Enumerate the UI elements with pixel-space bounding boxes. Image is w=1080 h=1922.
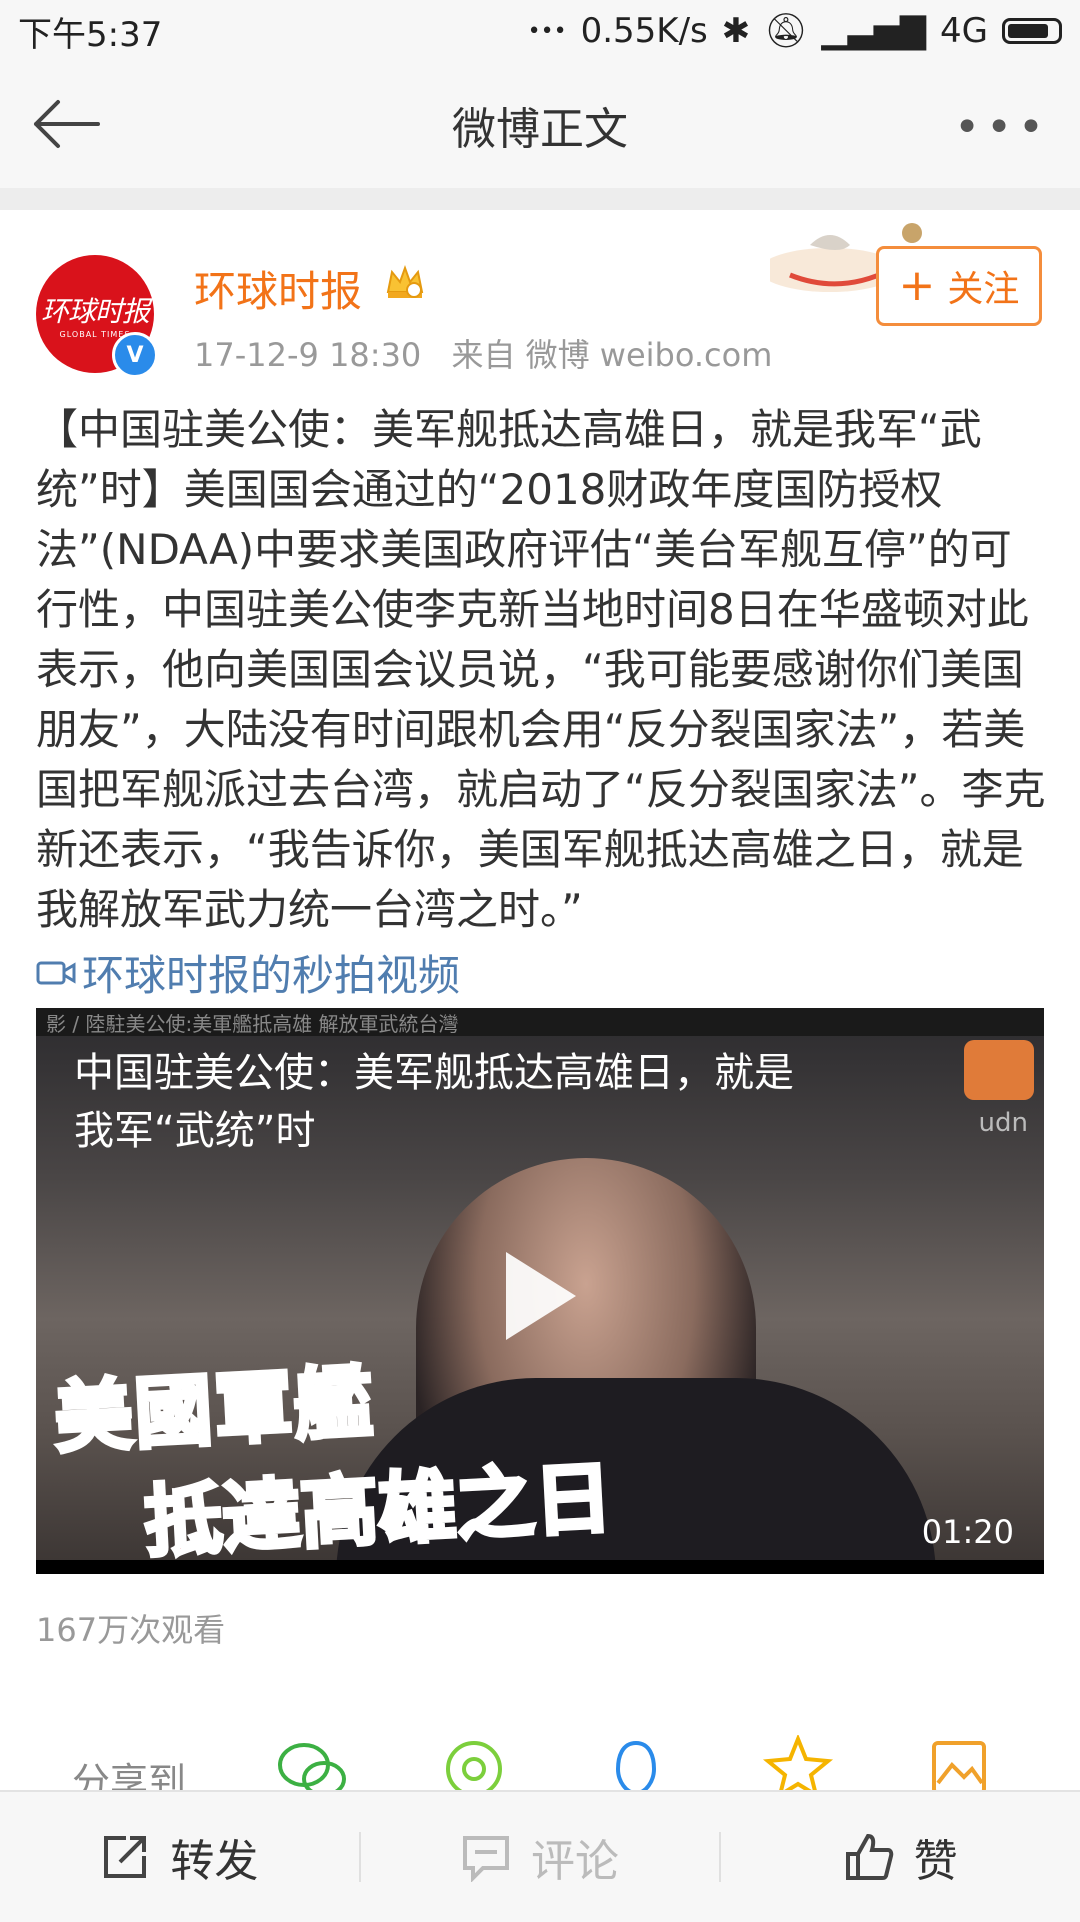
back-arrow-icon[interactable] — [28, 94, 108, 154]
battery-icon — [1002, 18, 1062, 44]
mute-icon: 🔕︎ — [764, 11, 808, 51]
nav-bar: 微博正文 ••• — [0, 62, 1080, 188]
qq-icon[interactable] — [598, 1735, 674, 1795]
plus-icon: + — [898, 260, 936, 311]
network-speed: 0.55K/s — [580, 11, 708, 51]
author-name[interactable]: 环球时报 — [194, 258, 362, 319]
status-dots: ••• — [527, 18, 567, 44]
section-divider — [0, 188, 1080, 210]
thumbs-up-icon — [845, 1833, 893, 1880]
moments-icon[interactable] — [436, 1735, 512, 1795]
video-camera-icon — [36, 961, 76, 984]
vip-crown-icon — [386, 265, 424, 298]
like-label: 赞 — [913, 1836, 958, 1887]
post-body-text: 【中国驻美公使：美军舰抵达高雄日，就是我军“武统”时】美国国会通过的“2018财… — [36, 405, 1046, 934]
video-player[interactable]: 影 / 陸駐美公使:美軍艦抵高雄 解放軍武統台灣 中国驻美公使：美军舰抵达高雄日… — [36, 1008, 1044, 1574]
wechat-icon[interactable] — [274, 1735, 350, 1795]
qzone-star-icon[interactable] — [760, 1735, 836, 1795]
comment-button[interactable]: 评论 — [361, 1792, 720, 1922]
caption-part-b: 高雄 — [296, 1460, 461, 1562]
video-link[interactable]: 环球时报的秒拍视频 — [36, 942, 460, 1003]
verified-badge-icon: V — [112, 332, 158, 378]
video-top-strip: 影 / 陸駐美公使:美軍艦抵高雄 解放軍武統台灣 — [36, 1008, 1044, 1036]
avatar-logo-text: 环球时报 — [40, 294, 150, 328]
repost-icon — [104, 1836, 147, 1878]
post-source: 来自 微博 weibo.com — [451, 336, 773, 374]
signal-icon: ▁▃▅▇ — [821, 11, 927, 51]
follow-button[interactable]: + 关注 — [876, 246, 1042, 326]
like-button[interactable]: 赞 — [721, 1792, 1080, 1922]
post-time: 17-12-9 18:30 — [194, 336, 422, 374]
network-type: 4G — [940, 11, 988, 51]
video-progress-bar[interactable] — [36, 1560, 1044, 1574]
caption-part-c: 之日 — [452, 1452, 617, 1554]
comment-label: 评论 — [531, 1836, 619, 1887]
video-caption-line1: 美國軍艦 — [50, 1356, 378, 1467]
status-bar: 下午5:37 ••• 0.55K/s ✱ 🔕︎ ▁▃▅▇ 4G — [0, 0, 1080, 62]
view-count: 167万次观看 — [36, 1611, 226, 1649]
more-options-icon[interactable]: ••• — [954, 102, 1050, 153]
follow-label: 关注 — [947, 269, 1020, 310]
post-meta: 17-12-9 18:30 来自 微博 weibo.com — [194, 330, 792, 376]
video-title: 中国驻美公使：美军舰抵达高雄日，就是我军“武统”时 — [74, 1050, 794, 1154]
repost-label: 转发 — [170, 1836, 259, 1887]
play-icon[interactable] — [506, 1252, 576, 1340]
status-time: 下午5:37 — [18, 14, 163, 55]
bottom-toolbar: 转发 评论 赞 — [0, 1790, 1080, 1922]
video-watermark: udn — [978, 1108, 1028, 1138]
share-row: 分享到 — [0, 1735, 1080, 1804]
bluetooth-icon: ✱ — [721, 11, 751, 51]
udn-logo-icon — [964, 1040, 1034, 1100]
caption-part-a: 抵達 — [140, 1468, 305, 1570]
save-image-icon[interactable] — [922, 1735, 998, 1795]
repost-button[interactable]: 转发 — [0, 1792, 359, 1922]
page-title: 微博正文 — [452, 104, 628, 155]
status-icons: ••• 0.55K/s ✱ 🔕︎ ▁▃▅▇ 4G — [528, 11, 1062, 51]
video-duration: 01:20 — [921, 1513, 1014, 1551]
video-link-label: 环球时报的秒拍视频 — [82, 951, 461, 1000]
comment-icon — [463, 1836, 509, 1882]
